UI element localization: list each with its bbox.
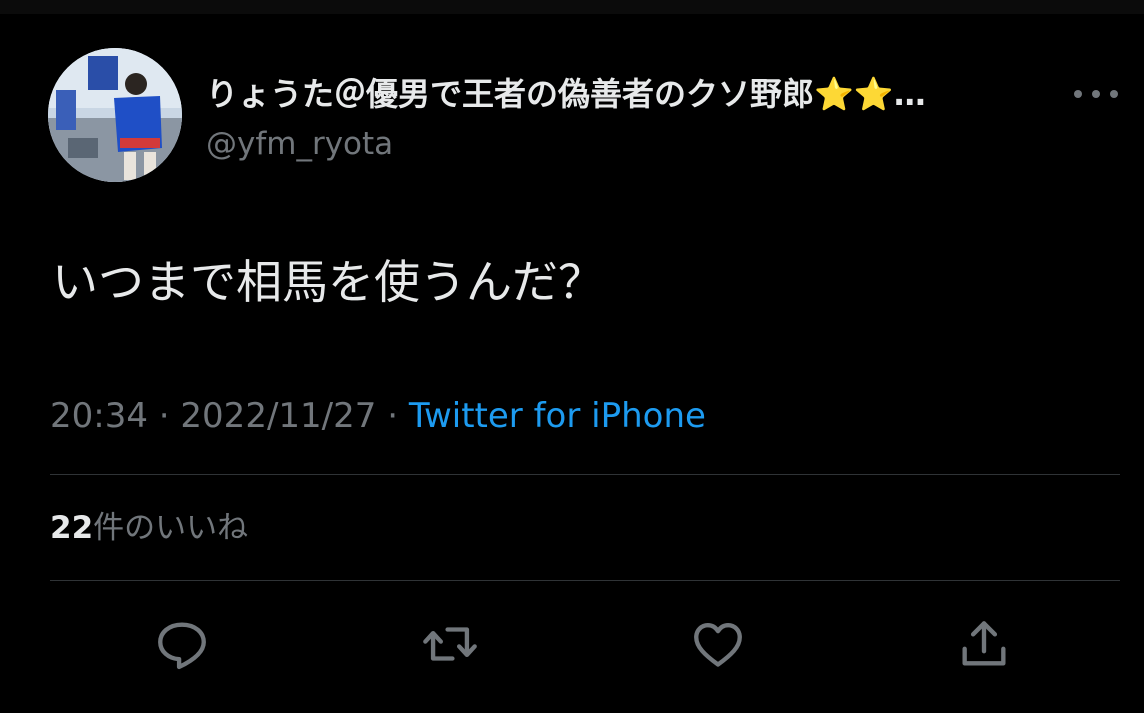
tweet-source-link[interactable]: Twitter for iPhone [409,396,706,436]
author-handle[interactable]: @yfm_ryota [206,124,393,164]
likes-label: 件のいいね [93,510,249,546]
meta-separator: · [158,396,181,436]
tweet-header: りょうた＠優男で王者の偽善者のクソ野郎⭐️⭐️… @yfm_ryota [48,48,1118,184]
more-dot [1092,90,1100,98]
share-button[interactable] [952,612,1016,676]
retweet-button[interactable] [418,612,482,676]
reply-icon [158,622,206,670]
share-icon [962,621,1006,666]
divider [50,474,1120,475]
more-dot [1110,90,1118,98]
divider [50,580,1120,581]
tweet-time: 20:34 [50,396,148,436]
avatar-image [48,48,182,182]
tweet-meta: 20:34 · 2022/11/27 · Twitter for iPhone [50,396,706,436]
author-display-name[interactable]: りょうた＠優男で王者の偽善者のクソ野郎⭐️⭐️… [206,74,1062,114]
tweet-date: 2022/11/27 [180,396,377,436]
like-button[interactable] [686,612,750,676]
meta-separator: · [387,396,409,436]
retweet-icon [423,627,477,661]
user-avatar[interactable] [48,48,182,182]
more-options-icon[interactable] [1074,84,1118,104]
likes-count: 22 [50,510,94,546]
more-dot [1074,90,1082,98]
likes-stat[interactable]: 22件のいいね [50,508,248,548]
tweet-text: いつまで相馬を使うんだ？ [52,255,604,309]
reply-button[interactable] [150,612,214,676]
top-bar [0,0,1144,14]
tweet-detail-screen: りょうた＠優男で王者の偽善者のクソ野郎⭐️⭐️… @yfm_ryota いつまで… [0,0,1144,713]
heart-icon [694,622,742,667]
action-bar [0,612,1144,676]
